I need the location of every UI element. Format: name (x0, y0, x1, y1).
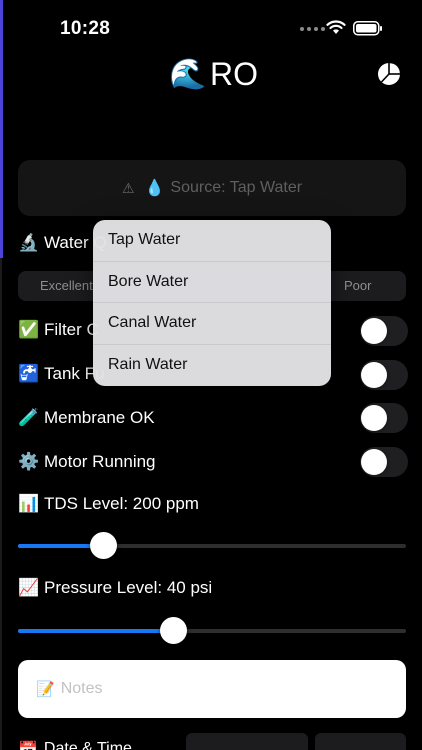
battery-icon (353, 21, 382, 36)
toggle-label-membrane: Membrane OK (44, 408, 155, 427)
segment-excellent[interactable]: Excellent (40, 278, 93, 293)
pressure-slider-fill (18, 629, 173, 633)
filter-toggle[interactable] (360, 316, 408, 346)
cellular-signal-icon (300, 27, 325, 31)
water-drop-icon: 💧 (144, 180, 165, 197)
menu-item-bore-water[interactable]: Bore Water (93, 262, 331, 303)
toggle-label-motor: Motor Running (44, 452, 156, 471)
app-header: 🌊 RO (0, 56, 422, 96)
menu-item-canal-water[interactable]: Canal Water (93, 303, 331, 345)
bar-chart-icon: 📊 (18, 494, 40, 513)
source-dropdown-menu: Tap Water Bore Water Canal Water Rain Wa… (93, 220, 331, 386)
motor-toggle[interactable] (360, 447, 408, 477)
check-icon: ✅ (18, 320, 40, 339)
memo-icon: 📝 (36, 681, 55, 698)
date-time-label: Date & Time (43, 740, 132, 750)
time-picker-button[interactable] (315, 733, 406, 750)
menu-item-rain-water[interactable]: Rain Water (93, 345, 331, 387)
toggle-label-filter: Filter C (44, 320, 99, 339)
toggle-row-membrane: 🧪 Membrane OK (18, 408, 155, 428)
calendar-icon: 📅 (18, 740, 38, 750)
window-edge-lower (0, 258, 2, 750)
toggle-row-tank: 🚰 Tank Fu (18, 364, 104, 384)
tds-label: TDS Level: 200 ppm (44, 494, 199, 513)
segment-poor[interactable]: Poor (344, 278, 371, 293)
source-selector-button[interactable]: ⚠ 💧 Source: Tap Water (18, 160, 406, 216)
tank-toggle[interactable] (360, 360, 408, 390)
pressure-label: Pressure Level: 40 psi (44, 578, 213, 597)
app-title: RO (210, 56, 258, 92)
wave-icon: 🌊 (169, 58, 207, 91)
toggle-row-filter: ✅ Filter C (18, 320, 99, 340)
date-time-row: 📅 Date & Time (18, 740, 132, 750)
trend-chart-icon: 📈 (18, 578, 40, 597)
gear-icon: ⚙️ (18, 452, 40, 471)
tds-slider[interactable] (18, 532, 406, 559)
notes-input[interactable]: 📝 Notes (18, 660, 406, 718)
membrane-toggle[interactable] (360, 403, 408, 433)
pie-chart-icon[interactable] (377, 62, 401, 86)
toggle-row-motor: ⚙️ Motor Running (18, 452, 156, 472)
test-tube-icon: 🧪 (18, 408, 40, 427)
pressure-label-row: 📈 Pressure Level: 40 psi (18, 578, 212, 598)
date-picker-button[interactable] (186, 733, 308, 750)
status-time: 10:28 (60, 18, 111, 39)
tank-icon: 🚰 (18, 364, 40, 383)
warning-icon: ⚠ (121, 179, 135, 196)
tds-label-row: 📊 TDS Level: 200 ppm (18, 494, 199, 514)
pressure-slider[interactable] (18, 617, 406, 644)
microscope-icon: 🔬 (18, 233, 40, 252)
wifi-icon (326, 20, 346, 34)
menu-item-tap-water[interactable]: Tap Water (93, 220, 331, 262)
notes-placeholder: Notes (60, 680, 103, 697)
pressure-slider-thumb[interactable] (160, 617, 187, 644)
source-label: Source: Tap Water (170, 179, 303, 196)
status-bar: 10:28 (0, 0, 422, 58)
tds-slider-thumb[interactable] (90, 532, 117, 559)
